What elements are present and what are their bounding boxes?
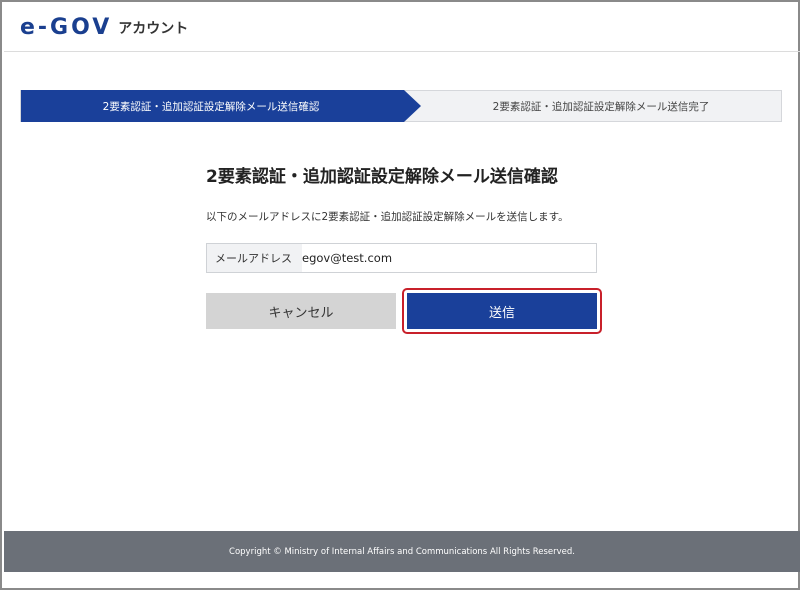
step-next: 2要素認証・追加認証設定解除メール送信完了 bbox=[492, 100, 710, 113]
page-description: 以下のメールアドレスに2要素認証・追加認証設定解除メールを送信します。 bbox=[206, 211, 569, 223]
cancel-button[interactable]: キャンセル bbox=[206, 293, 396, 329]
step-current: 2要素認証・追加認証設定解除メール送信確認 bbox=[21, 90, 421, 122]
email-field-value bbox=[302, 244, 596, 272]
email-field-label: メールアドレス bbox=[207, 244, 302, 272]
site-header: e-GOV アカウント bbox=[4, 4, 800, 52]
egov-logo[interactable]: e-GOV アカウント bbox=[20, 15, 188, 40]
site-footer: Copyright © Ministry of Internal Affairs… bbox=[4, 531, 800, 572]
page-title: 2要素認証・追加認証設定解除メール送信確認 bbox=[206, 167, 558, 187]
copyright-text: Copyright © Ministry of Internal Affairs… bbox=[229, 546, 575, 557]
progress-steps: 2要素認証・追加認証設定解除メール送信確認 2要素認証・追加認証設定解除メール送… bbox=[20, 90, 782, 122]
logo-mark: e-GOV bbox=[20, 15, 113, 40]
window-frame: e-GOV アカウント 2要素認証・追加認証設定解除メール送信確認 2要素認証・… bbox=[0, 0, 800, 590]
email-field-row: メールアドレス bbox=[206, 243, 597, 273]
logo-subtitle: アカウント bbox=[118, 20, 189, 37]
send-button[interactable]: 送信 bbox=[407, 293, 597, 329]
